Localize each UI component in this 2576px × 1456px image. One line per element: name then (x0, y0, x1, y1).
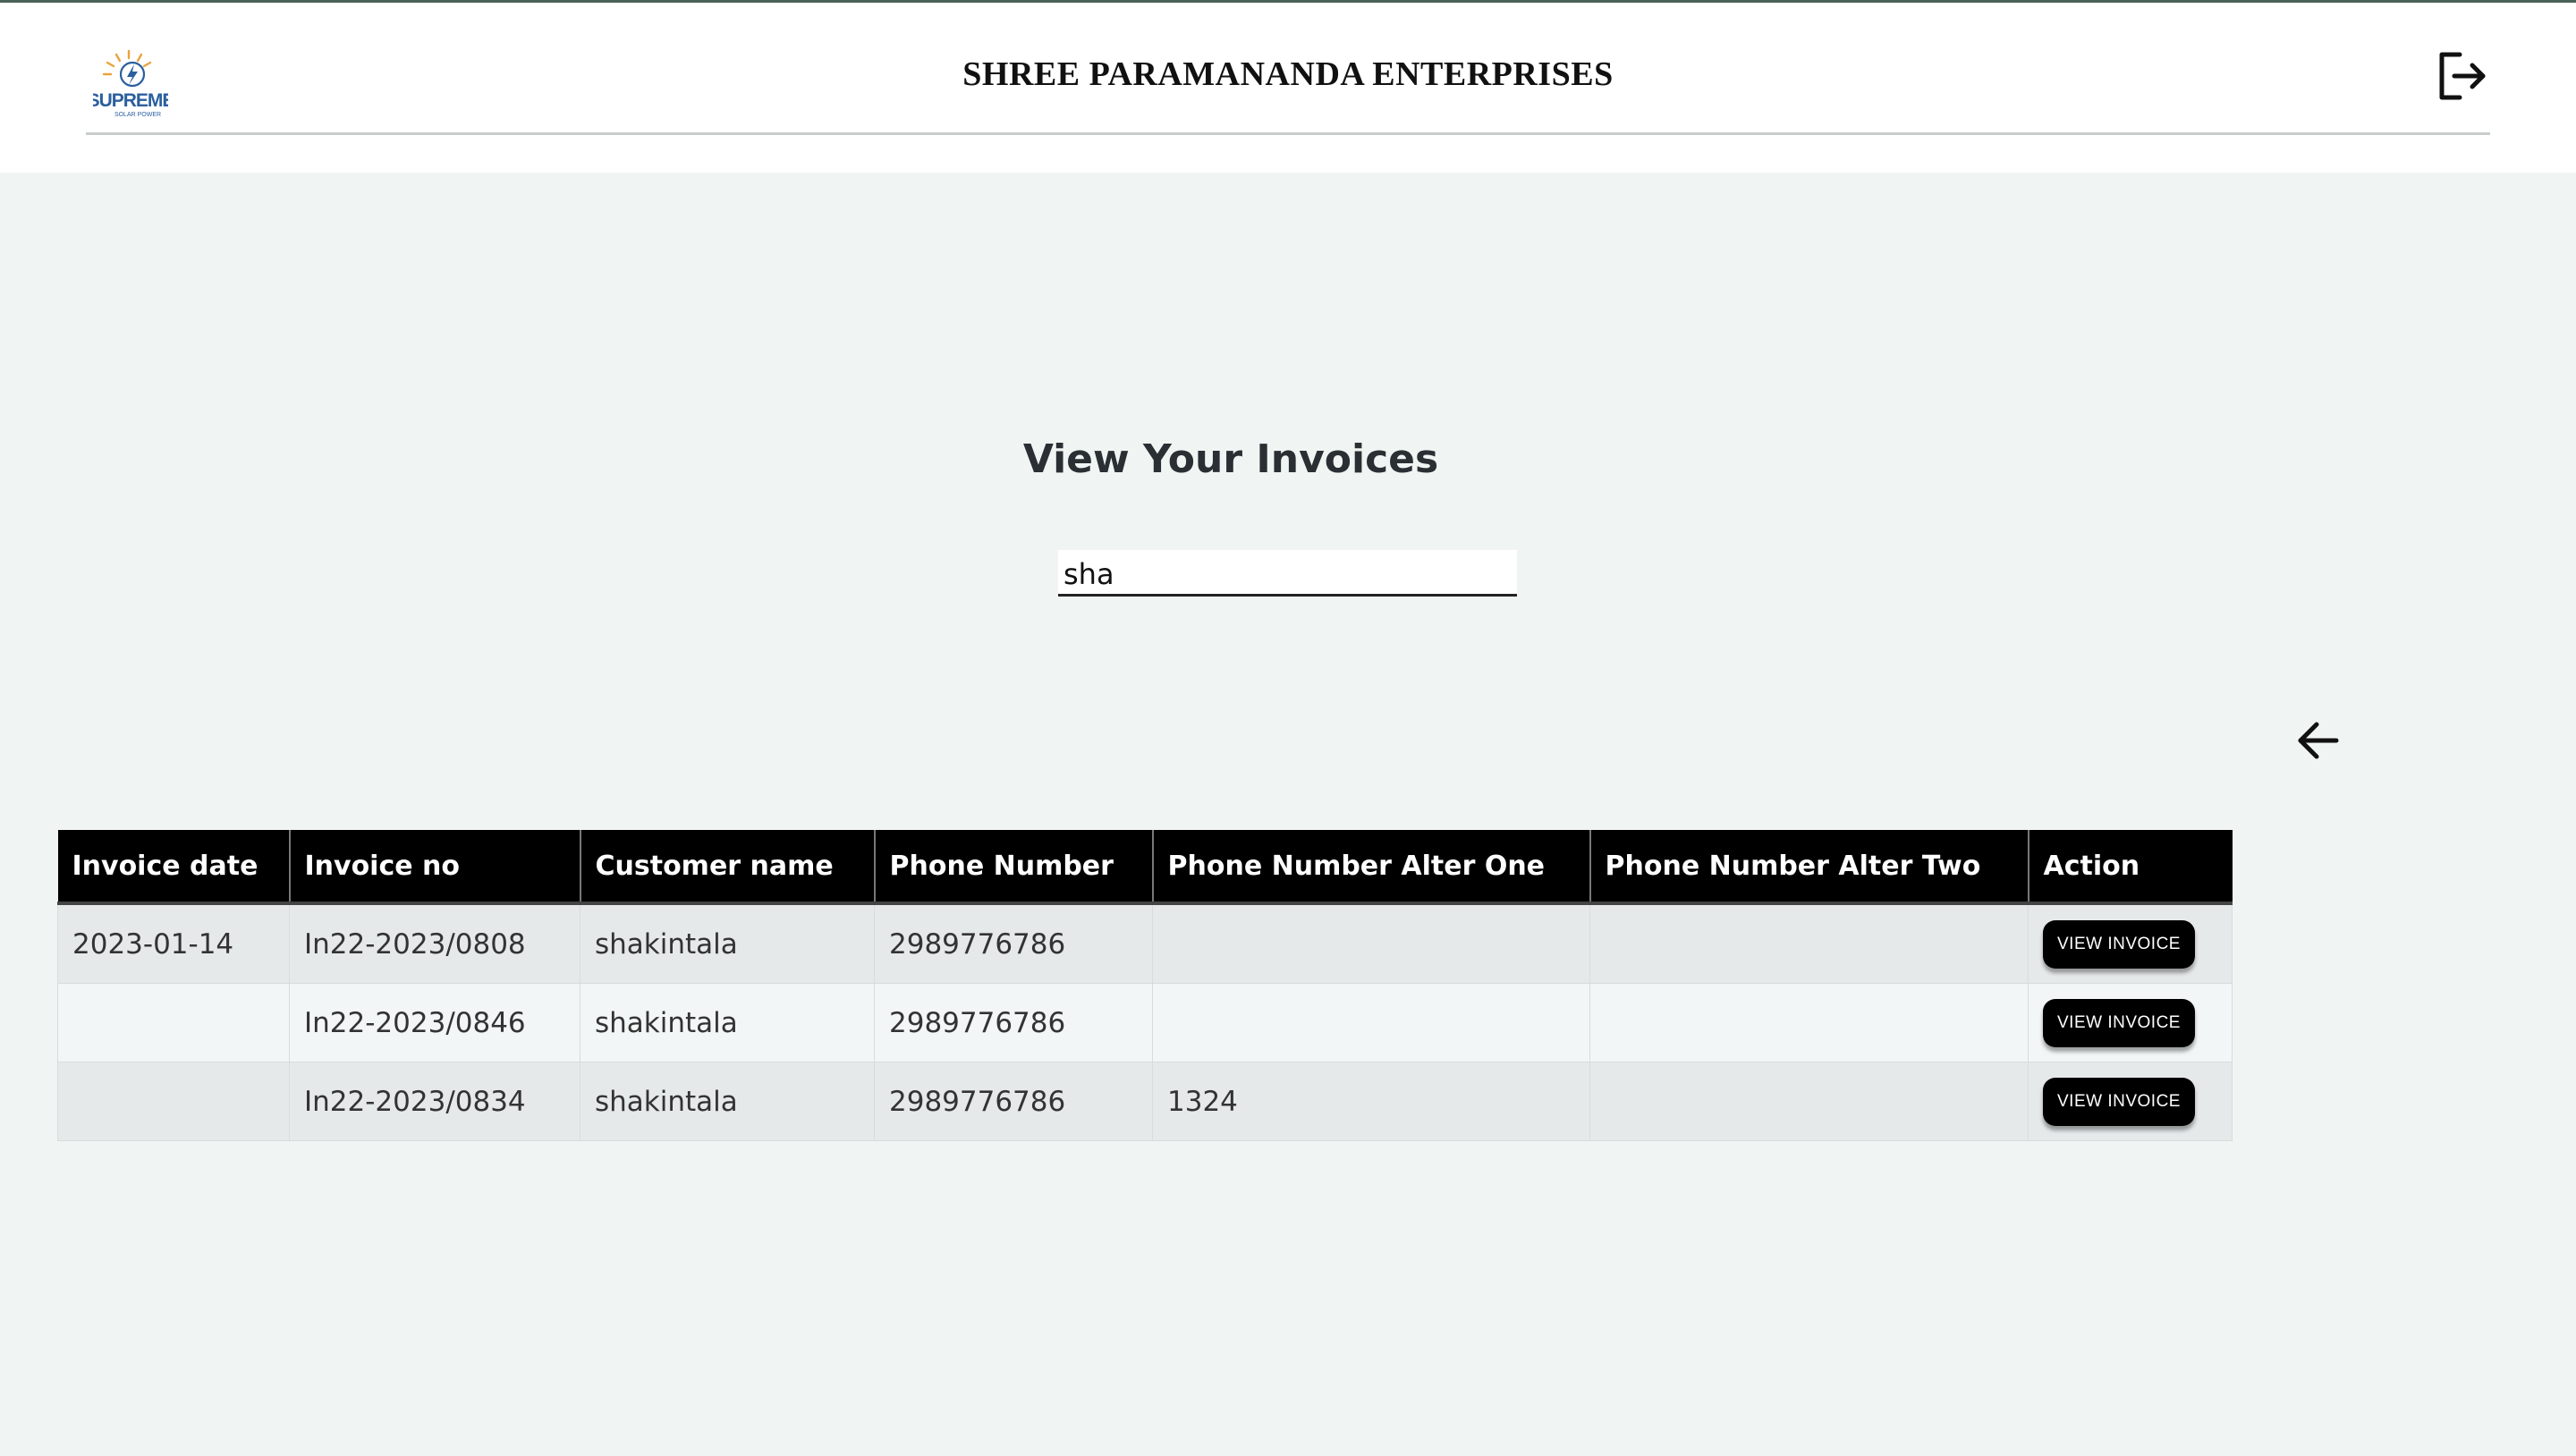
cell-action: VIEW INVOICE (2028, 1062, 2233, 1141)
page-title: View Your Invoices (1022, 436, 1439, 482)
cell-customer-name: shakintala (580, 1062, 875, 1141)
cell-phone-alter-two (1589, 983, 2029, 1062)
column-header-phone-alter-one: Phone Number Alter One (1152, 830, 1591, 905)
cell-phone-alter-one (1152, 902, 1590, 984)
column-header-phone-number: Phone Number (874, 830, 1154, 905)
cell-invoice-no: In22-2023/0834 (289, 1062, 580, 1141)
svg-text:SOLAR POWER: SOLAR POWER (114, 112, 161, 118)
table-row: In22-2023/0834 shakintala 2989776786 132… (57, 1062, 2233, 1141)
cell-phone-alter-one: 1324 (1152, 1062, 1590, 1141)
view-invoice-button[interactable]: VIEW INVOICE (2043, 1077, 2195, 1126)
table-row: 2023-01-14 In22-2023/0808 shakintala 298… (57, 902, 2233, 984)
view-invoice-button[interactable]: VIEW INVOICE (2043, 919, 2195, 969)
cell-invoice-date (57, 983, 290, 1062)
table-row: In22-2023/0846 shakintala 2989776786 VIE… (57, 983, 2233, 1062)
search-input[interactable] (1058, 550, 1517, 597)
company-name: SHREE PARAMANANDA ENTERPRISES (962, 55, 1614, 93)
arrow-left-icon[interactable] (2293, 715, 2343, 766)
cell-phone-number: 2989776786 (874, 1062, 1153, 1141)
header-divider (86, 132, 2490, 135)
logout-icon[interactable] (2433, 47, 2490, 105)
cell-invoice-date (57, 1062, 290, 1141)
cell-invoice-date: 2023-01-14 (57, 902, 290, 984)
column-header-invoice-no: Invoice no (289, 830, 581, 905)
cell-action: VIEW INVOICE (2028, 983, 2233, 1062)
app-header: SUPREME SOLAR POWER SHREE PARAMANANDA EN… (0, 3, 2576, 173)
cell-phone-alter-two (1589, 1062, 2029, 1141)
column-header-customer-name: Customer name (580, 830, 876, 905)
cell-action: VIEW INVOICE (2028, 902, 2233, 984)
column-header-phone-alter-two: Phone Number Alter Two (1589, 830, 2029, 905)
column-header-action: Action (2028, 830, 2233, 905)
cell-phone-alter-two (1589, 902, 2029, 984)
cell-phone-number: 2989776786 (874, 902, 1153, 984)
cell-invoice-no: In22-2023/0808 (289, 902, 580, 984)
table-header-row: Invoice date Invoice no Customer name Ph… (57, 830, 2233, 905)
view-invoice-button[interactable]: VIEW INVOICE (2043, 998, 2195, 1047)
cell-phone-number: 2989776786 (874, 983, 1153, 1062)
column-header-invoice-date: Invoice date (57, 830, 291, 905)
cell-customer-name: shakintala (580, 902, 875, 984)
invoices-table: Invoice date Invoice no Customer name Ph… (57, 830, 2233, 1141)
cell-customer-name: shakintala (580, 983, 875, 1062)
cell-invoice-no: In22-2023/0846 (289, 983, 580, 1062)
cell-phone-alter-one (1152, 983, 1590, 1062)
